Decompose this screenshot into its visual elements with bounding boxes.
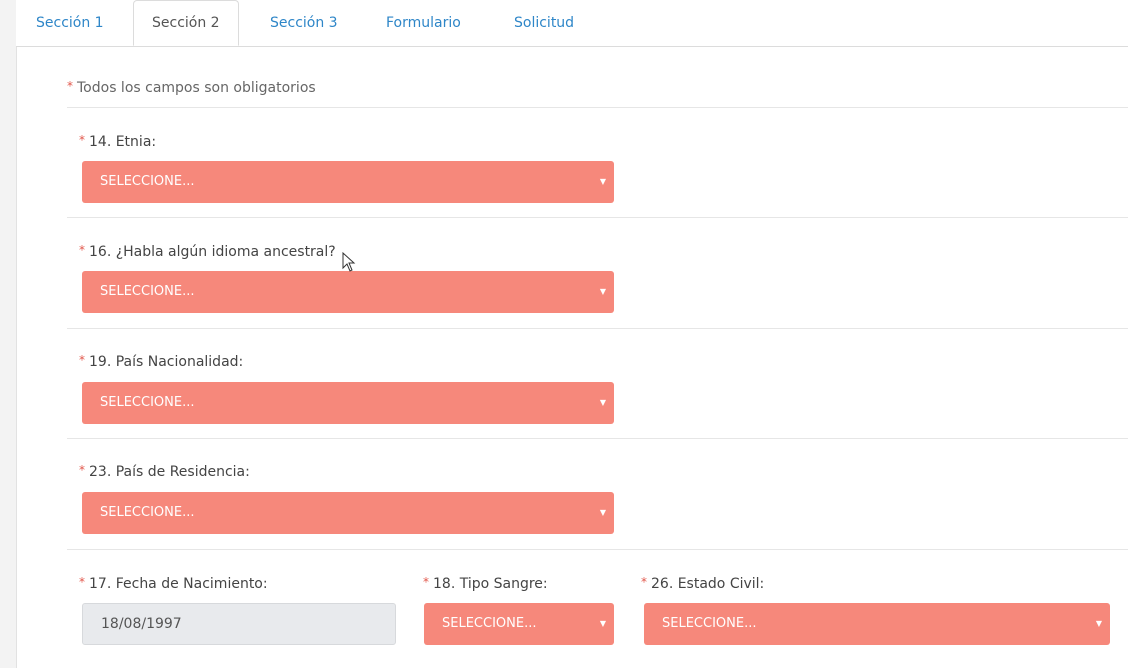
tab-seccion-3[interactable]: Sección 3 (270, 0, 338, 46)
tab-bar: Sección 1 Sección 2 Sección 3 Formulario… (16, 0, 1128, 47)
tipo-sangre-select-value: SELECCIONE... (442, 616, 537, 631)
nacionalidad-label-text: 19. País Nacionalidad: (89, 354, 244, 370)
required-star: * (79, 243, 85, 257)
chevron-down-icon: ▼ (599, 287, 606, 296)
divider (67, 328, 1128, 329)
mouse-cursor-icon (342, 252, 356, 272)
tab-formulario[interactable]: Formulario (386, 0, 461, 46)
required-star: * (79, 353, 85, 367)
divider (67, 438, 1128, 439)
tipo-sangre-label: * 18. Tipo Sangre: (423, 575, 548, 592)
etnia-select-value: SELECCIONE... (100, 174, 195, 189)
tab-seccion-2[interactable]: Sección 2 (133, 0, 239, 46)
residencia-label-text: 23. País de Residencia: (89, 464, 250, 480)
chevron-down-icon: ▼ (599, 619, 606, 628)
required-note: * Todos los campos son obligatorios (67, 79, 316, 96)
required-note-text: Todos los campos son obligatorios (77, 80, 316, 96)
estado-civil-select[interactable]: SELECCIONE... ▼ (644, 603, 1110, 645)
tab-seccion-1[interactable]: Sección 1 (36, 0, 104, 46)
required-star: * (67, 79, 73, 93)
divider (67, 107, 1128, 108)
required-star: * (79, 575, 85, 589)
fecha-nacimiento-label: * 17. Fecha de Nacimiento: (79, 575, 268, 592)
tipo-sangre-select[interactable]: SELECCIONE... ▼ (424, 603, 614, 645)
estado-civil-label-text: 26. Estado Civil: (651, 576, 765, 592)
chevron-down-icon: ▼ (599, 398, 606, 407)
idioma-label: * 16. ¿Habla algún idioma ancestral? (79, 243, 336, 260)
residencia-label: * 23. País de Residencia: (79, 463, 250, 480)
idioma-select-value: SELECCIONE... (100, 284, 195, 299)
chevron-down-icon: ▼ (1095, 619, 1102, 628)
divider (67, 217, 1128, 218)
chevron-down-icon: ▼ (599, 177, 606, 186)
nacionalidad-select[interactable]: SELECCIONE... ▼ (82, 382, 614, 424)
tab-solicitud[interactable]: Solicitud (514, 0, 574, 46)
fecha-nacimiento-input[interactable]: 18/08/1997 (82, 603, 396, 645)
form-panel: * Todos los campos son obligatorios * 14. … (16, 47, 1128, 668)
chevron-down-icon: ▼ (599, 508, 606, 517)
page: Sección 1 Sección 2 Sección 3 Formulario… (0, 0, 1128, 668)
nacionalidad-select-value: SELECCIONE... (100, 395, 195, 410)
etnia-select[interactable]: SELECCIONE... ▼ (82, 161, 614, 203)
required-star: * (79, 463, 85, 477)
etnia-label: * 14. Etnia: (79, 133, 156, 150)
fecha-nacimiento-label-text: 17. Fecha de Nacimiento: (89, 576, 268, 592)
nacionalidad-label: * 19. País Nacionalidad: (79, 353, 243, 370)
residencia-select[interactable]: SELECCIONE... ▼ (82, 492, 614, 534)
idioma-select[interactable]: SELECCIONE... ▼ (82, 271, 614, 313)
estado-civil-label: * 26. Estado Civil: (641, 575, 764, 592)
required-star: * (641, 575, 647, 589)
required-star: * (423, 575, 429, 589)
idioma-label-text: 16. ¿Habla algún idioma ancestral? (89, 244, 336, 260)
residencia-select-value: SELECCIONE... (100, 505, 195, 520)
etnia-label-text: 14. Etnia: (89, 134, 157, 150)
estado-civil-select-value: SELECCIONE... (662, 616, 757, 631)
tipo-sangre-label-text: 18. Tipo Sangre: (433, 576, 548, 592)
divider (67, 549, 1128, 550)
required-star: * (79, 133, 85, 147)
